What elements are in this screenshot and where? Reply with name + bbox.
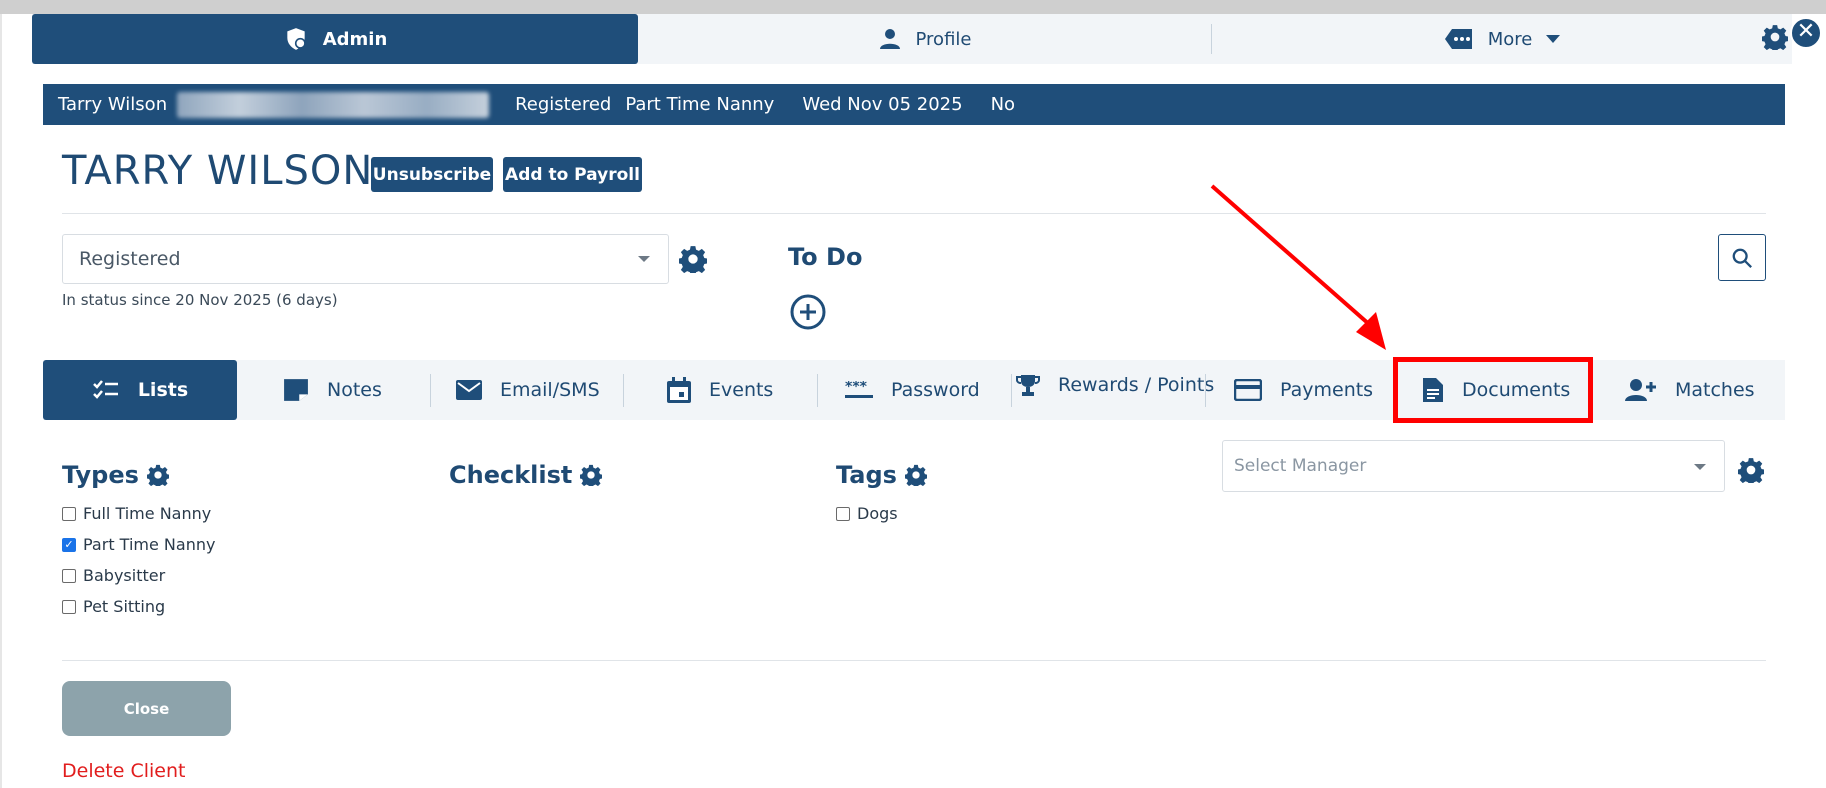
tab-notes-label: Notes xyxy=(327,379,382,401)
calendar-icon xyxy=(667,377,691,403)
add-user-icon xyxy=(1625,379,1656,401)
type-babysitter[interactable]: Babysitter xyxy=(62,566,165,585)
tab-rewards-label: Rewards / Points xyxy=(1058,374,1215,396)
client-info-bar: Tarry Wilson Registered Part Time Nanny … xyxy=(43,84,1785,125)
tab-more-label: More xyxy=(1487,28,1533,50)
tab-password-label: Password xyxy=(891,379,980,401)
checkbox-label: Dogs xyxy=(857,504,898,523)
unsubscribe-button[interactable]: Unsubscribe xyxy=(371,157,493,192)
chevron-down-icon xyxy=(1546,35,1561,43)
manager-select[interactable]: Select Manager xyxy=(1222,440,1725,492)
manager-gear-icon[interactable] xyxy=(1738,457,1764,483)
checkbox-label: Pet Sitting xyxy=(83,597,166,616)
search-button[interactable] xyxy=(1718,234,1766,281)
checklist-heading: Checklist xyxy=(449,461,603,489)
type-pet-sitting[interactable]: Pet Sitting xyxy=(62,597,165,616)
divider xyxy=(62,660,1766,661)
caret-down-icon xyxy=(638,256,650,262)
client-flag: No xyxy=(990,94,1016,115)
tab-rewards[interactable]: Rewards / Points xyxy=(1016,360,1214,410)
trophy-icon xyxy=(1016,375,1040,396)
type-part-time-nanny[interactable]: ✓ Part Time Nanny xyxy=(62,535,215,554)
types-heading: Types xyxy=(62,461,169,489)
tab-separator xyxy=(817,374,818,407)
add-circle-icon[interactable] xyxy=(790,294,826,330)
caret-down-icon xyxy=(1694,464,1706,470)
client-date: Wed Nov 05 2025 xyxy=(802,94,963,115)
client-name: Tarry Wilson xyxy=(58,94,168,115)
note-icon xyxy=(284,379,308,401)
checklist-icon xyxy=(92,380,118,399)
tab-events-label: Events xyxy=(709,379,774,401)
client-type: Part Time Nanny xyxy=(625,94,775,115)
checklist-title: Checklist xyxy=(449,461,573,489)
checkbox[interactable] xyxy=(62,506,76,521)
mail-icon xyxy=(456,380,482,400)
tab-lists[interactable]: Lists xyxy=(43,360,237,420)
background-app-bar xyxy=(0,0,1826,14)
tab-payments[interactable]: Payments xyxy=(1234,360,1373,420)
shield-user-icon xyxy=(287,28,306,50)
checkbox[interactable] xyxy=(62,599,76,614)
close-button[interactable]: Close xyxy=(62,681,231,736)
tab-payments-label: Payments xyxy=(1280,379,1374,401)
redacted-contact xyxy=(177,91,490,118)
search-icon xyxy=(1732,248,1752,268)
tab-events[interactable]: Events xyxy=(667,360,773,420)
tab-email-sms[interactable]: Email/SMS xyxy=(456,360,600,420)
tab-matches[interactable]: Matches xyxy=(1625,360,1755,420)
page-title: TARRY WILSON xyxy=(62,148,374,194)
tab-password[interactable]: *** Password xyxy=(845,360,980,420)
tags-heading: Tags xyxy=(836,461,927,489)
checkbox[interactable] xyxy=(836,506,850,521)
tab-email-sms-label: Email/SMS xyxy=(500,379,600,401)
status-since-text: In status since 20 Nov 2025 (6 days) xyxy=(62,291,338,309)
tags-title: Tags xyxy=(836,461,897,489)
tag-dogs[interactable]: Dogs xyxy=(836,504,898,523)
delete-client-link[interactable]: Delete Client xyxy=(62,760,185,782)
status-gear-icon[interactable] xyxy=(679,245,707,273)
close-modal-icon[interactable]: ✕ xyxy=(1790,17,1822,49)
tab-separator xyxy=(623,374,624,407)
types-title: Types xyxy=(62,461,139,489)
tab-lists-label: Lists xyxy=(137,379,189,401)
person-icon xyxy=(879,29,900,49)
tab-separator xyxy=(1011,374,1012,407)
tab-admin-label: Admin xyxy=(322,28,388,50)
credit-card-icon xyxy=(1234,379,1262,401)
tab-profile-label: Profile xyxy=(915,28,972,50)
tab-matches-label: Matches xyxy=(1675,379,1755,401)
settings-gear-icon[interactable] xyxy=(1762,24,1788,50)
add-to-payroll-button[interactable]: Add to Payroll xyxy=(503,157,642,192)
highlight-box xyxy=(1393,357,1593,423)
divider xyxy=(62,213,1766,214)
types-gear-icon[interactable] xyxy=(146,464,169,486)
checkbox-label: Part Time Nanny xyxy=(83,535,216,554)
svg-text:***: *** xyxy=(845,381,868,395)
checkbox-checked[interactable]: ✓ xyxy=(62,537,76,552)
checkbox[interactable] xyxy=(62,568,76,583)
top-tabs: Admin Profile More xyxy=(32,14,1792,64)
tags-gear-icon[interactable] xyxy=(904,464,927,486)
tab-separator xyxy=(1205,374,1206,407)
type-full-time-nanny[interactable]: Full Time Nanny xyxy=(62,504,211,523)
status-select[interactable]: Registered xyxy=(62,234,669,284)
password-icon: *** xyxy=(845,381,873,398)
checklist-gear-icon[interactable] xyxy=(580,464,603,486)
tag-more-icon xyxy=(1444,29,1472,49)
manager-placeholder: Select Manager xyxy=(1234,456,1367,476)
client-status: Registered xyxy=(515,94,612,115)
tab-admin[interactable]: Admin xyxy=(32,14,638,64)
tab-more[interactable]: More xyxy=(1212,14,1792,64)
status-select-value: Registered xyxy=(79,248,181,270)
tab-profile[interactable]: Profile xyxy=(638,24,1212,54)
checkbox-label: Babysitter xyxy=(83,566,166,585)
todo-heading: To Do xyxy=(788,243,863,271)
tab-separator xyxy=(430,374,431,407)
tab-notes[interactable]: Notes xyxy=(283,360,382,420)
checkbox-label: Full Time Nanny xyxy=(83,504,212,523)
